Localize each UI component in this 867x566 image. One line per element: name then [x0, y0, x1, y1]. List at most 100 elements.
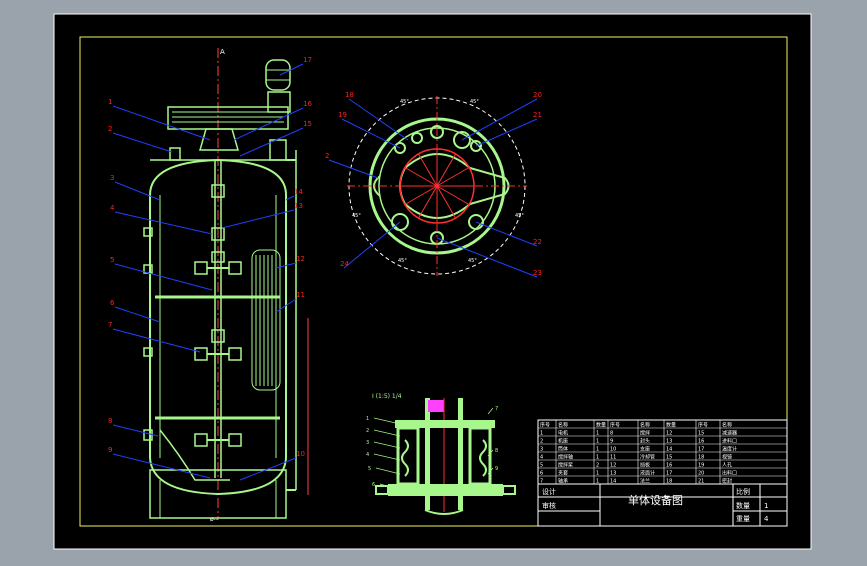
bom-cell: 1 [596, 430, 599, 436]
bom-cell: 19 [698, 462, 704, 468]
bom-cell: 14 [666, 446, 672, 452]
vessel-callout-2: 2 [108, 125, 112, 133]
plan-callout-18: 18 [345, 91, 354, 99]
bom-cell: 16 [666, 462, 672, 468]
weight-value: 4 [764, 515, 769, 523]
bom-cell: 搅拌轴 [558, 453, 573, 460]
plan-angle-label: 45° [400, 99, 409, 105]
cad-viewport: A ø-- 1 2 3 4 5 6 7 8 9 10 11 12 13 14 15 16 17 45° 45° 45… [0, 0, 867, 562]
bom-cell: 5 [540, 462, 543, 468]
detail-label-6: 6 [372, 482, 375, 488]
plan-callout-22: 22 [533, 238, 542, 246]
bom-cell: 机座 [558, 437, 568, 444]
plan-angle-label: 45° [398, 258, 407, 264]
plan-callout-19: 19 [338, 111, 347, 119]
bom-cell: 16 [698, 438, 704, 444]
plan-callout-2: 2 [325, 152, 329, 160]
vessel-callout-16: 16 [303, 100, 312, 108]
bom-cell: 17 [666, 470, 672, 476]
bom-cell: 人孔 [722, 461, 732, 468]
plan-angle-label: 45° [515, 213, 524, 219]
bom-cell: 冷却管 [640, 453, 655, 460]
bom-cell: 18 [666, 478, 672, 484]
drawing-sheet: A ø-- 123456789 1011121314151617 45° 45°45… [53, 13, 812, 550]
bom-header-cell: 序号 [698, 421, 708, 428]
bom-cell: 夹套 [558, 469, 568, 476]
bom-cell: 轴承 [558, 477, 568, 484]
plan-angle-label: 45° [352, 213, 361, 219]
plan-angle-label: 45° [468, 258, 477, 264]
plan-callout-24: 24 [340, 260, 349, 268]
vessel-callout-13: 13 [294, 202, 303, 210]
vessel-callout-15: 15 [303, 120, 312, 128]
plan-angle-label: 45° [470, 99, 479, 105]
vessel-callout-14: 14 [294, 188, 303, 196]
bom-cell: 8 [610, 430, 613, 436]
bom-cell: 1 [596, 478, 599, 484]
bom-cell: 7 [540, 478, 543, 484]
weight-label: 重量 [736, 515, 750, 523]
bom-cell: 密封 [722, 477, 732, 484]
bom-cell: 11 [610, 454, 616, 460]
bom-cell: 20 [698, 470, 704, 476]
bom-header-cell: 数量 [666, 421, 676, 428]
section-mark: A [220, 48, 225, 56]
qty-label: 数量 [736, 501, 750, 510]
detail-label-2: 2 [366, 428, 369, 434]
bom-cell: 视镜 [722, 453, 732, 460]
vessel-callout-4: 4 [110, 204, 115, 212]
vessel-callout-17: 17 [303, 56, 312, 64]
bom-cell: 21 [698, 478, 704, 484]
bom-header-cell: 名称 [558, 421, 568, 428]
scale-label: 比例 [736, 487, 750, 496]
bom-cell: 减速器 [722, 429, 737, 436]
bom-header-cell: 名称 [640, 421, 650, 428]
vessel-callout-11: 11 [296, 291, 305, 299]
bom-cell: 4 [540, 454, 543, 460]
bom-cell: 出料口 [722, 469, 737, 476]
bom-cell: 搅拌 [640, 429, 650, 436]
bom-cell: 15 [698, 430, 704, 436]
bom-cell: 封头 [640, 437, 650, 444]
bom-cell: 13 [666, 438, 672, 444]
bom-cell: 1 [596, 470, 599, 476]
bom-cell: 18 [698, 454, 704, 460]
bom-header-cell: 序号 [610, 421, 620, 428]
detail-label-5: 5 [368, 466, 371, 472]
bom-cell: 进料口 [722, 437, 737, 444]
vessel-callout-8: 8 [108, 417, 112, 425]
detail-label-4: 4 [366, 452, 369, 458]
detail-label-3: 3 [366, 440, 369, 446]
drawing-title: 单体设备图 [628, 493, 683, 507]
detail-label-9: 9 [495, 466, 498, 472]
bom-cell: 9 [610, 438, 613, 444]
bom-cell: 2 [596, 462, 599, 468]
bom-cell: 6 [540, 470, 543, 476]
bom-cell: 14 [610, 478, 616, 484]
bom-cell: 1 [596, 438, 599, 444]
bom-cell: 温度计 [722, 445, 737, 452]
detail-label-8: 8 [495, 448, 498, 454]
bom-cell: 液面计 [640, 469, 655, 476]
detail-label-1: 1 [366, 416, 369, 422]
sign-row-review: 审核 [542, 501, 556, 510]
detail-label-7: 7 [495, 406, 498, 412]
bom-cell: 10 [610, 446, 616, 452]
plan-callout-21: 21 [533, 111, 542, 119]
bom-cell: 筒体 [558, 445, 568, 452]
plan-callout-23: 23 [533, 269, 542, 277]
bom-cell: 15 [666, 454, 672, 460]
bom-cell: 挡板 [640, 461, 650, 468]
bom-cell: 1 [540, 430, 543, 436]
detail-title: Ⅰ (1:5) 1/4 [372, 393, 402, 400]
vessel-callout-9: 9 [108, 446, 112, 454]
bom-cell: 12 [666, 430, 672, 436]
qty-value: 1 [764, 502, 768, 510]
vessel-callout-1: 1 [108, 98, 112, 106]
bom-cell: 电机 [558, 429, 568, 436]
bom-header-cell: 名称 [722, 421, 732, 428]
vessel-callout-3: 3 [110, 174, 114, 182]
bom-header-cell: 序号 [540, 421, 550, 428]
bom-cell: 2 [540, 438, 543, 444]
vessel-callout-5: 5 [110, 256, 114, 264]
